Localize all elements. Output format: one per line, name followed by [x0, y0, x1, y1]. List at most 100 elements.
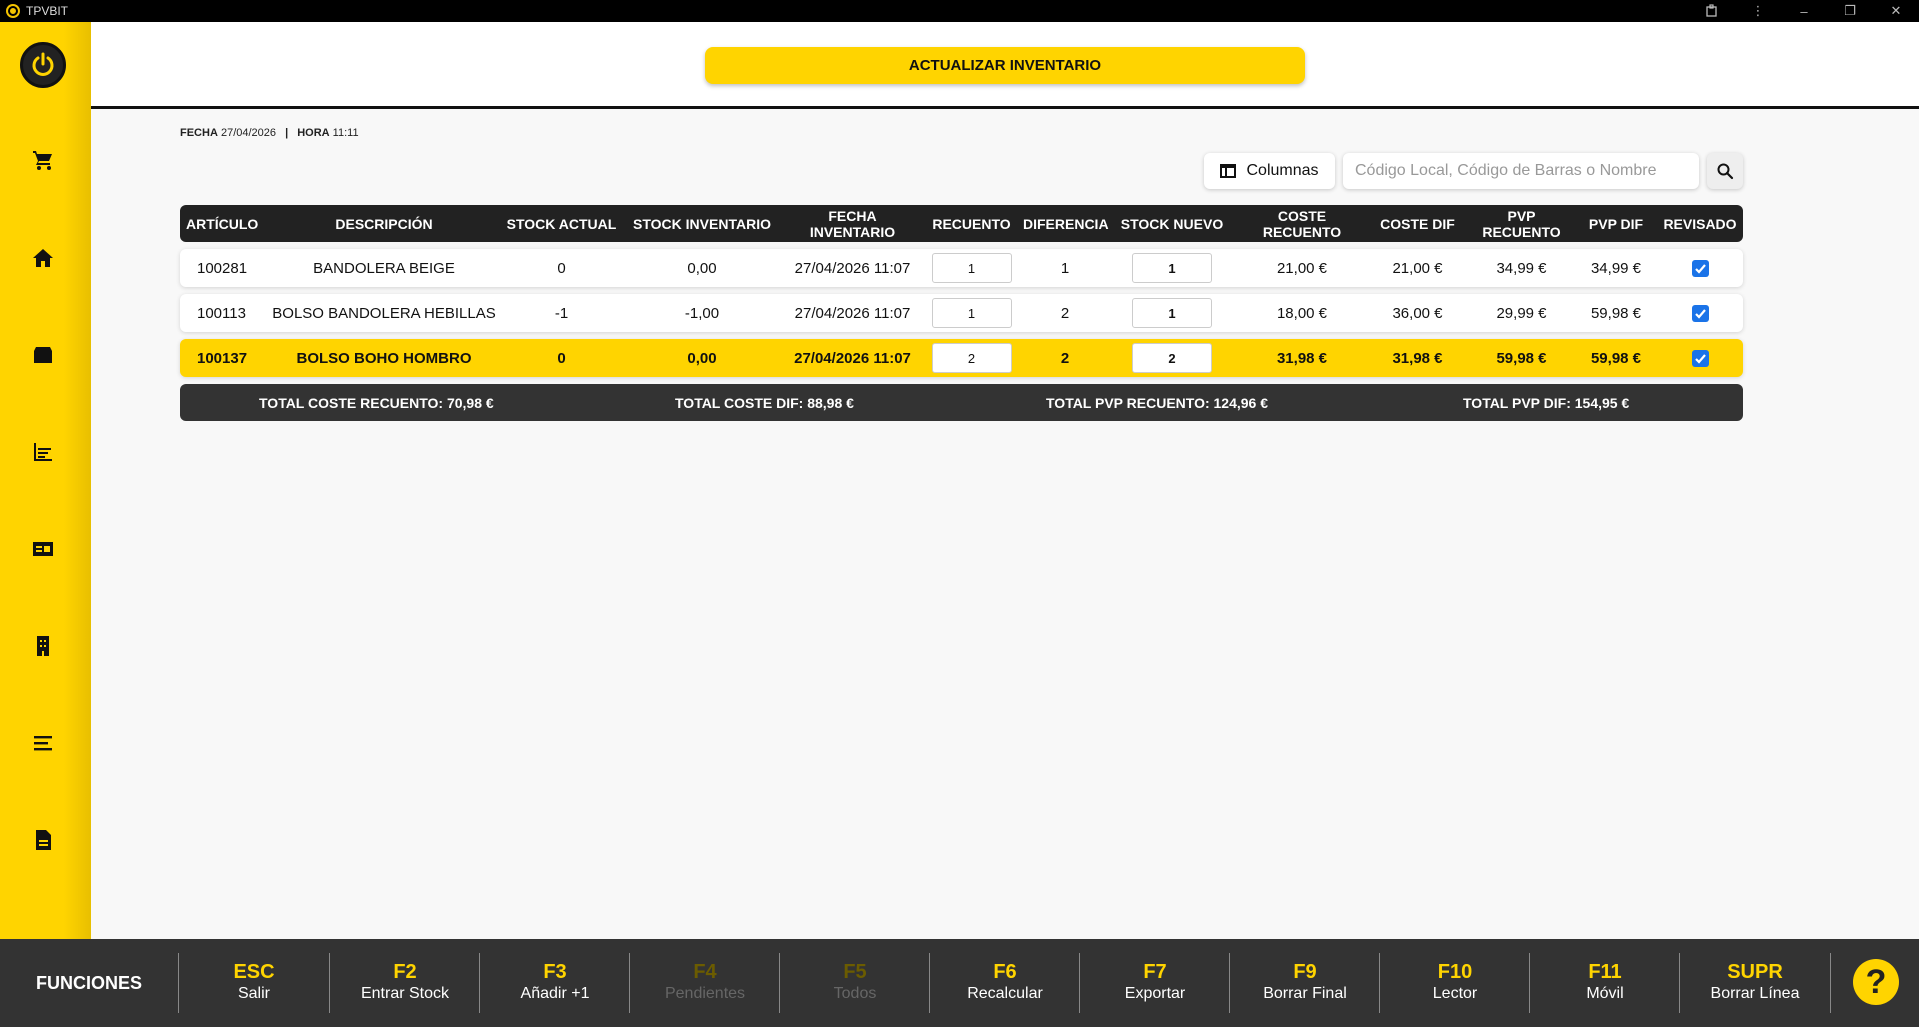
stock-nuevo-cell: 2	[1107, 343, 1237, 373]
fkey-label: Añadir +1	[520, 985, 590, 1002]
col-header[interactable]: COSTE RECUENTO	[1237, 208, 1367, 240]
coste-dif-cell: 21,00 €	[1392, 259, 1443, 277]
check-icon	[1694, 263, 1706, 274]
fkey-key: F5	[843, 961, 867, 983]
col-header[interactable]: ARTÍCULO	[180, 216, 264, 232]
fkey-f9[interactable]: F9 Borrar Final	[1230, 953, 1380, 1013]
total-pvp-dif: TOTAL PVP DIF: 154,95 €	[1463, 394, 1630, 411]
fkey-key: F2	[393, 961, 417, 983]
search-input[interactable]	[1343, 153, 1699, 189]
table-row-selected[interactable]: 100137 BOLSO BOHO HOMBRO 0 0,00 27/04/20…	[180, 339, 1743, 377]
coste-dif-cell: 36,00 €	[1392, 304, 1443, 322]
id-card-icon[interactable]	[27, 533, 59, 565]
fkey-f6[interactable]: F6 Recalcular	[930, 953, 1080, 1013]
fkey-f11[interactable]: F11 Móvil	[1530, 953, 1680, 1013]
revisado-checkbox[interactable]	[1691, 304, 1709, 322]
fkey-supr[interactable]: SUPR Borrar Línea	[1680, 953, 1830, 1013]
menu-icon[interactable]	[27, 727, 59, 759]
columns-icon	[1220, 164, 1237, 178]
coste-recuento-cell: 21,00 €	[1276, 259, 1328, 277]
recuento-cell: 1	[920, 298, 1023, 328]
revisado-checkbox[interactable]	[1691, 259, 1709, 277]
columns-label: Columnas	[1246, 162, 1319, 179]
col-header[interactable]: DIFERENCIA	[1023, 216, 1109, 232]
box-icon[interactable]	[27, 339, 59, 371]
recuento-input[interactable]: 1	[931, 298, 1012, 328]
columns-button[interactable]: Columnas	[1204, 153, 1335, 189]
articulo-cell: 100137	[197, 349, 248, 367]
recuento-input[interactable]: 1	[931, 253, 1012, 283]
col-header[interactable]: RECUENTO	[920, 216, 1023, 232]
fkey-label: Recalcular	[967, 985, 1043, 1002]
table-row[interactable]: 100281 BANDOLERA BEIGE 0 0,00 27/04/2026…	[180, 249, 1743, 287]
fkey-f3[interactable]: F3 Añadir +1	[480, 953, 630, 1013]
total-coste-recuento: TOTAL COSTE RECUENTO: 70,98 €	[259, 394, 494, 411]
stock-nuevo-cell: 1	[1107, 298, 1237, 328]
extension-icon[interactable]	[1689, 0, 1735, 22]
revisado-cell	[1657, 349, 1743, 367]
pvp-dif-cell: 59,98 €	[1590, 304, 1642, 322]
recuento-input[interactable]: 2	[931, 343, 1012, 373]
building-icon[interactable]	[27, 630, 59, 662]
diferencia-cell: 2	[1060, 304, 1070, 322]
fkey-label: Borrar Línea	[1710, 985, 1800, 1002]
fkey-label: Todos	[833, 985, 877, 1002]
col-header[interactable]: DESCRIPCIÓN	[264, 216, 504, 232]
coste-dif-cell: 31,98 €	[1392, 349, 1443, 367]
fkey-esc[interactable]: ESC Salir	[179, 953, 329, 1013]
stock-actual-cell: -1	[554, 304, 569, 322]
fkey-f10[interactable]: F10 Lector	[1380, 953, 1530, 1013]
coste-recuento-cell: 31,98 €	[1276, 349, 1328, 367]
app-logo-icon	[6, 4, 20, 18]
col-header[interactable]: PVP DIF	[1575, 216, 1657, 232]
home-icon[interactable]	[27, 242, 59, 274]
functions-label: FUNCIONES	[35, 972, 142, 993]
fkey-f2[interactable]: F2 Entrar Stock	[330, 953, 480, 1013]
fkey-f7[interactable]: F7 Exportar	[1080, 953, 1230, 1013]
divider	[1830, 953, 1831, 1013]
fkey-label: Entrar Stock	[360, 985, 450, 1002]
update-inventory-button[interactable]: ACTUALIZAR INVENTARIO	[705, 47, 1305, 84]
col-header[interactable]: STOCK INVENTARIO	[619, 216, 785, 232]
cart-icon[interactable]	[27, 144, 59, 176]
minimize-icon[interactable]: –	[1781, 0, 1827, 22]
descripcion-cell: BOLSO BANDOLERA HEBILLAS	[272, 304, 496, 322]
pvp-recuento-cell: 34,99 €	[1496, 259, 1547, 277]
fecha-inventario-cell: 27/04/2026 11:07	[794, 349, 911, 367]
close-icon[interactable]: ✕	[1873, 0, 1919, 22]
col-header[interactable]: REVISADO	[1657, 216, 1743, 232]
stock-nuevo-input[interactable]: 1	[1132, 298, 1212, 328]
fkey-key: ESC	[233, 961, 275, 983]
fkey-label: Salir	[237, 985, 270, 1002]
articulo-cell: 100281	[197, 259, 248, 277]
chart-icon[interactable]	[27, 436, 59, 468]
more-vertical-icon[interactable]: ⋮	[1735, 0, 1781, 22]
stock-inventario-cell: 0,00	[687, 259, 717, 277]
fkey-key: SUPR	[1727, 961, 1783, 983]
document-icon[interactable]	[27, 824, 59, 856]
fkey-label: Borrar Final	[1263, 985, 1347, 1002]
table-row[interactable]: 100113 BOLSO BANDOLERA HEBILLAS -1 -1,00…	[180, 294, 1743, 332]
fecha-inventario-cell: 27/04/2026 11:07	[794, 259, 911, 277]
col-header[interactable]: FECHA INVENTARIO	[785, 208, 920, 240]
hora-label: HORA	[297, 127, 330, 139]
sidebar	[0, 22, 91, 939]
stock-nuevo-input[interactable]: 1	[1132, 253, 1212, 283]
fkey-f4[interactable]: F4 Pendientes	[630, 953, 780, 1013]
power-icon[interactable]	[20, 42, 66, 88]
col-header[interactable]: STOCK ACTUAL	[504, 216, 619, 232]
fkey-f5[interactable]: F5 Todos	[780, 953, 930, 1013]
col-header[interactable]: STOCK NUEVO	[1107, 216, 1237, 232]
stock-nuevo-input[interactable]: 2	[1132, 343, 1212, 373]
col-header[interactable]: COSTE DIF	[1367, 216, 1468, 232]
search-button[interactable]	[1707, 153, 1743, 189]
stock-actual-cell: 0	[557, 259, 566, 277]
revisado-cell	[1657, 259, 1743, 277]
restore-icon[interactable]: ❐	[1827, 0, 1873, 22]
revisado-checkbox[interactable]	[1691, 349, 1709, 367]
help-icon[interactable]: ?	[1853, 959, 1899, 1005]
col-header[interactable]: PVP RECUENTO	[1468, 208, 1575, 240]
fecha-value: 27/04/2026	[220, 127, 277, 139]
fecha-inventario-cell: 27/04/2026 11:07	[794, 304, 911, 322]
pvp-dif-cell: 59,98 €	[1590, 349, 1642, 367]
